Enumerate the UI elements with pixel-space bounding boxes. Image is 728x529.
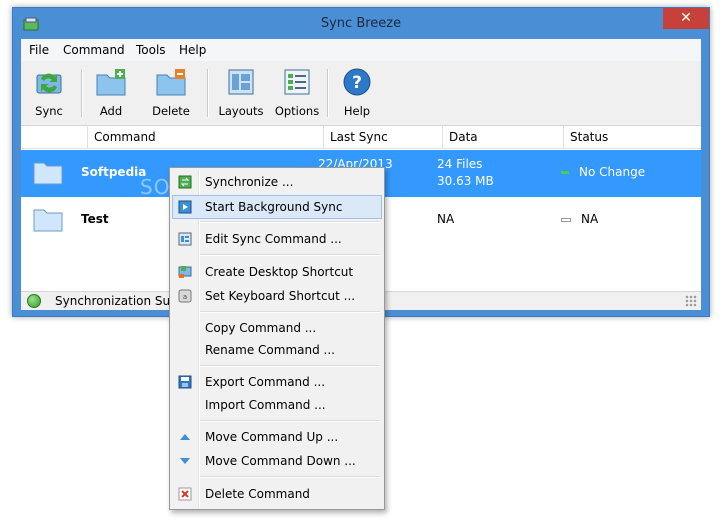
delete-button[interactable]: Delete — [143, 65, 199, 121]
window-title: Sync Breeze — [320, 16, 402, 31]
menu-item-move-command-up[interactable]: Move Command Up ... — [173, 426, 381, 448]
menu-item-export-command[interactable]: Export Command ... — [173, 371, 381, 393]
menu-item-rename-command[interactable]: Rename Command ... — [173, 339, 381, 361]
menu-separator — [200, 365, 380, 367]
delete-folder-icon — [156, 69, 186, 96]
status-indicator — [561, 171, 569, 174]
arrow-down-icon — [180, 458, 190, 464]
menu-item-copy-command[interactable]: Copy Command ... — [173, 317, 381, 339]
column-last-sync[interactable]: Last Sync — [323, 126, 442, 148]
menu-separator — [200, 420, 380, 422]
svg-text:?: ? — [352, 73, 362, 93]
column-command[interactable]: Command — [87, 126, 322, 148]
menu-separator — [200, 254, 380, 256]
sync-button[interactable]: Sync — [25, 65, 73, 121]
data-files: 24 Files — [437, 157, 483, 171]
menu-item-set-keyboard-shortcut[interactable]: a Set Keyboard Shortcut ... — [173, 285, 381, 307]
menu-item-create-desktop-shortcut[interactable]: Create Desktop Shortcut — [173, 261, 381, 283]
svg-text:a: a — [183, 293, 187, 301]
column-status[interactable]: Status — [563, 126, 702, 148]
menu-separator — [200, 476, 380, 478]
options-icon — [284, 69, 310, 95]
menu-separator — [200, 221, 380, 223]
menu-tools[interactable]: Tools — [136, 43, 166, 57]
data-files: NA — [437, 212, 455, 226]
menu-item-synchronize[interactable]: Synchronize ... — [173, 171, 381, 193]
status-cell: NA — [561, 212, 598, 226]
status-text: No Change — [579, 165, 646, 179]
menu-item-start-background-sync[interactable]: Start Background Sync — [172, 195, 382, 219]
menu-file[interactable]: File — [29, 43, 49, 57]
column-data[interactable]: Data — [442, 126, 563, 148]
menu-separator — [200, 311, 380, 313]
toolbar-separator — [327, 69, 329, 117]
status-bar-text: Synchronization Successful — [55, 294, 185, 308]
help-icon: ? — [343, 68, 371, 96]
title-bar[interactable]: Sync Breeze ✕ — [13, 8, 709, 39]
menu-item-move-command-down[interactable]: Move Command Down ... — [173, 450, 381, 472]
help-button[interactable]: ? Help — [333, 65, 381, 121]
context-menu: Synchronize ... Start Background Sync Ed… — [169, 167, 385, 510]
menu-item-delete-command[interactable]: Delete Command — [173, 483, 381, 505]
add-button[interactable]: Add — [87, 65, 135, 121]
menu-item-import-command[interactable]: Import Command ... — [173, 394, 381, 416]
toolbar: Sync Add Delete Layouts Options ? Help — [21, 63, 701, 121]
sync-label: Sync — [35, 104, 63, 118]
keyboard-icon: a — [178, 289, 192, 303]
data-size: 30.63 MB — [437, 174, 494, 188]
delete-icon — [178, 487, 192, 501]
list-header: Command Last Sync Data Status — [21, 126, 701, 149]
options-label: Options — [274, 104, 320, 118]
command-name: Test — [81, 212, 109, 226]
layouts-label: Layouts — [218, 104, 264, 118]
help-label: Help — [343, 104, 371, 118]
menu-help[interactable]: Help — [179, 43, 206, 57]
delete-label: Delete — [152, 104, 190, 118]
play-icon — [178, 200, 192, 214]
status-indicator — [561, 217, 571, 222]
menu-command[interactable]: Command — [63, 43, 125, 57]
toolbar-separator — [207, 69, 209, 117]
menu-item-edit-sync-command[interactable]: Edit Sync Command ... — [173, 228, 381, 250]
edit-icon — [178, 232, 192, 246]
resize-grip-icon[interactable] — [685, 295, 697, 307]
save-icon — [178, 375, 192, 389]
command-name: Softpedia — [81, 165, 147, 179]
folder-icon — [33, 162, 63, 185]
sync-icon — [36, 73, 62, 94]
status-cell: No Change — [561, 165, 645, 179]
menu-bar: File Command Tools Help — [21, 39, 701, 61]
close-button[interactable]: ✕ — [663, 8, 709, 29]
options-button[interactable]: Options — [271, 65, 323, 121]
status-ok-icon — [27, 294, 41, 308]
folder-icon — [33, 209, 63, 232]
add-folder-icon — [96, 69, 126, 96]
layouts-button[interactable]: Layouts — [213, 65, 269, 121]
status-text: NA — [581, 212, 599, 226]
arrow-up-icon — [180, 434, 190, 440]
add-label: Add — [99, 104, 123, 118]
layouts-icon — [228, 69, 254, 95]
desktop-shortcut-icon — [178, 266, 192, 278]
sync-small-icon — [178, 175, 192, 189]
toolbar-separator — [81, 69, 83, 117]
